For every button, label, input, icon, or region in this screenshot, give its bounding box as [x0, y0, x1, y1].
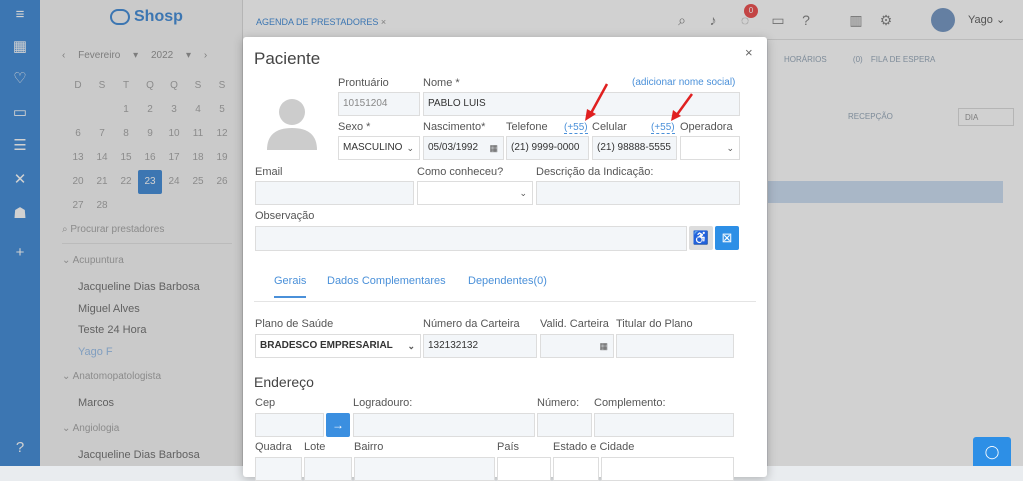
- chevron-down-icon: ⌄: [407, 341, 415, 351]
- arrow-right-icon: →: [332, 418, 344, 432]
- prontuario-label: Prontuário: [338, 77, 389, 89]
- sexo-value: MASCULINO: [343, 142, 403, 153]
- square-x-icon: ⊠: [721, 230, 733, 245]
- numero-label: Número:: [537, 397, 580, 409]
- chevron-down-icon: ⌄: [519, 188, 527, 198]
- wheelchair-icon: ♿: [692, 230, 710, 245]
- accessibility-button[interactable]: ♿: [689, 226, 713, 250]
- tab-gerais[interactable]: Gerais: [274, 275, 307, 298]
- complemento-field[interactable]: [594, 413, 734, 437]
- pais-label: País: [497, 441, 520, 453]
- chevron-down-icon: ⌄: [406, 143, 414, 153]
- cep-label: Cep: [255, 397, 276, 409]
- red-arrow-annotation: [585, 83, 609, 121]
- cep-search-button[interactable]: →: [326, 413, 350, 437]
- bairro-field[interactable]: [354, 457, 495, 481]
- plano-value: BRADESCO EMPRESARIAL: [260, 340, 393, 351]
- telefone-ddi-link[interactable]: (+55): [564, 122, 588, 134]
- modal-tabs: Gerais Dados Complementares Dependentes(…: [254, 266, 756, 302]
- observacao-field[interactable]: [255, 226, 687, 251]
- quadra-label: Quadra: [255, 441, 292, 453]
- lote-label: Lote: [304, 441, 326, 453]
- bairro-label: Bairro: [354, 441, 384, 453]
- numero-field[interactable]: [537, 413, 592, 437]
- quadra-field[interactable]: [255, 457, 302, 481]
- operadora-select[interactable]: ⌄: [680, 136, 740, 160]
- chevron-down-icon: ⌄: [726, 143, 734, 153]
- validade-label: Valid. Carteira: [540, 318, 609, 330]
- observacao-label: Observação: [255, 210, 315, 222]
- nascimento-field[interactable]: 05/03/1992 ▦: [423, 136, 504, 160]
- sexo-label: Sexo *: [338, 121, 371, 133]
- carteira-label: Número da Carteira: [423, 318, 520, 330]
- patient-photo-placeholder[interactable]: [263, 92, 321, 150]
- email-field[interactable]: [255, 181, 414, 205]
- plano-select[interactable]: BRADESCO EMPRESARIAL ⌄: [255, 334, 421, 358]
- tab-dependentes[interactable]: Dependentes(0): [468, 275, 547, 287]
- lote-field[interactable]: [304, 457, 352, 481]
- add-social-name-link[interactable]: (adicionar nome social): [632, 77, 735, 88]
- cep-field[interactable]: [255, 413, 324, 437]
- email-label: Email: [255, 166, 283, 178]
- nascimento-value: 05/03/1992: [428, 142, 479, 153]
- sexo-select[interactable]: MASCULINO ⌄: [338, 136, 420, 160]
- calendar-icon[interactable]: ▦: [489, 137, 498, 159]
- estado-cidade-label: Estado e Cidade: [553, 441, 635, 453]
- plano-label: Plano de Saúde: [255, 318, 334, 330]
- celular-field[interactable]: (21) 98888-5555: [592, 136, 677, 160]
- prontuario-field: 10151204: [338, 92, 420, 116]
- telefone-label: Telefone: [506, 121, 548, 133]
- estado-select[interactable]: [553, 457, 599, 481]
- observacao-expand-button[interactable]: ⊠: [715, 226, 739, 250]
- modal-title: Paciente: [254, 49, 321, 68]
- validade-field[interactable]: ▦: [540, 334, 614, 358]
- red-arrow-annotation: [671, 93, 694, 121]
- telefone-field[interactable]: (21) 9999-0000: [506, 136, 589, 160]
- tab-dados-complementares[interactable]: Dados Complementares: [327, 275, 446, 287]
- titular-field[interactable]: [616, 334, 734, 358]
- carteira-field[interactable]: 132132132: [423, 334, 537, 358]
- nome-label: Nome *: [423, 77, 460, 89]
- patient-modal: Paciente × Prontuário 10151204 Nome * (a…: [243, 37, 767, 481]
- titular-label: Titular do Plano: [616, 318, 693, 330]
- descricao-indicacao-field[interactable]: [536, 181, 740, 205]
- descricao-indicacao-label: Descrição da Indicação:: [536, 166, 654, 178]
- logradouro-field[interactable]: [353, 413, 535, 437]
- calendar-icon[interactable]: ▦: [599, 335, 608, 357]
- nascimento-label: Nascimento*: [423, 121, 486, 133]
- cidade-select[interactable]: [601, 457, 734, 481]
- chat-bubble-icon: ◯: [984, 444, 1000, 459]
- close-icon[interactable]: ×: [745, 45, 753, 60]
- complemento-label: Complemento:: [594, 397, 666, 409]
- como-conheceu-label: Como conheceu?: [417, 166, 504, 178]
- logradouro-label: Logradouro:: [353, 397, 413, 409]
- celular-ddi-link[interactable]: (+55): [651, 122, 675, 134]
- como-conheceu-select[interactable]: ⌄: [417, 181, 533, 205]
- endereco-title: Endereço: [254, 374, 314, 390]
- chat-widget-button[interactable]: ◯: [973, 437, 1011, 466]
- pais-select[interactable]: [497, 457, 551, 481]
